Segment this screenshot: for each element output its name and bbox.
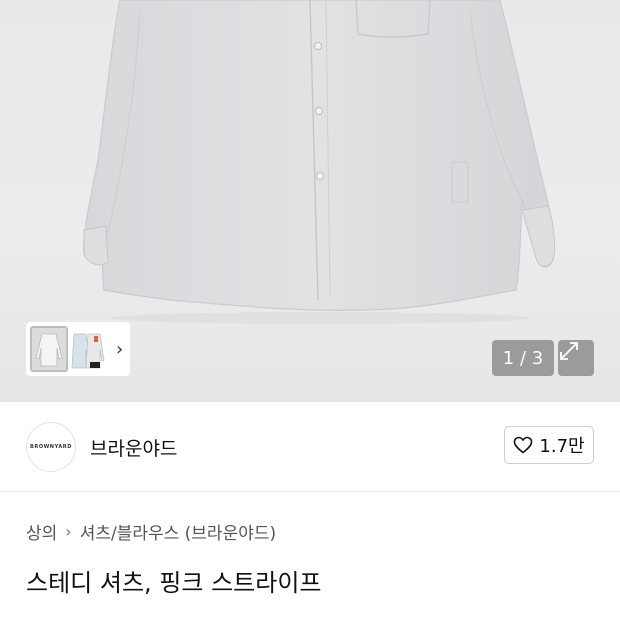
image-counter: 1 / 3 xyxy=(492,340,554,376)
product-image-gallery[interactable]: › 1 / 3 xyxy=(0,0,620,402)
like-button[interactable]: 1.7만 xyxy=(504,426,594,464)
thumbnail-strip[interactable]: › xyxy=(26,322,130,376)
thumbnail-2[interactable] xyxy=(70,326,106,372)
brand-name[interactable]: 브라운야드 xyxy=(90,434,177,461)
product-title: 스테디 셔츠, 핑크 스트라이프 xyxy=(26,569,322,597)
heart-outline-icon xyxy=(514,436,533,454)
like-count: 1.7만 xyxy=(539,436,585,457)
brand-row: BROWNYARD 브라운야드 1.7만 xyxy=(0,402,620,492)
chevron-right-icon: › xyxy=(65,522,72,541)
brand-logo[interactable]: BROWNYARD xyxy=(26,422,76,472)
thumbnail-shirt-image xyxy=(71,333,105,369)
thumbnail-shirt-image xyxy=(35,333,63,367)
breadcrumb-subcategory[interactable]: 셔츠/블라우스 (브라운야드) xyxy=(80,519,276,544)
breadcrumb: 상의 › 셔츠/블라우스 (브라운야드) xyxy=(26,519,276,544)
chevron-right-icon[interactable]: › xyxy=(116,339,123,360)
expand-arrows-icon[interactable] xyxy=(558,340,594,376)
thumbnail-1[interactable] xyxy=(30,326,68,372)
breadcrumb-category[interactable]: 상의 xyxy=(26,519,57,544)
brand-logo-text: BROWNYARD xyxy=(29,444,73,450)
